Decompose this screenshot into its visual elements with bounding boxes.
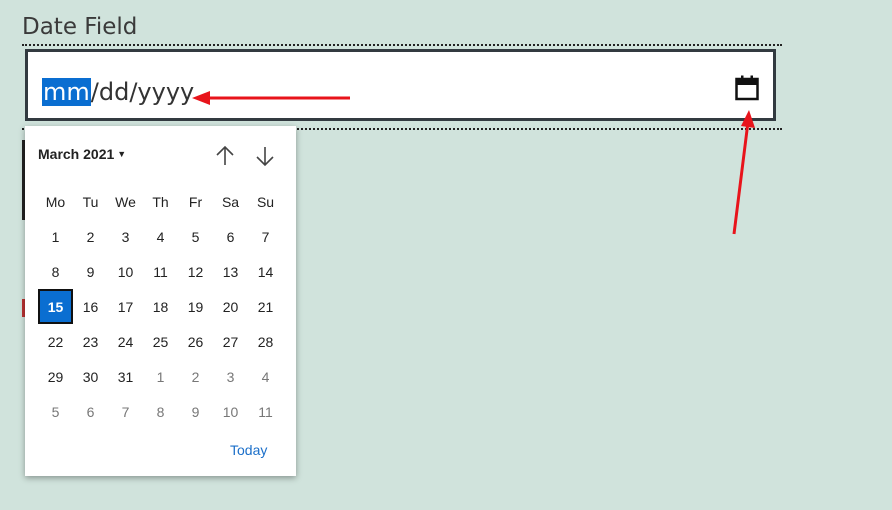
day-cell[interactable]: 14: [248, 254, 283, 289]
day-cell[interactable]: 4: [248, 359, 283, 394]
day-cell[interactable]: 6: [213, 219, 248, 254]
day-cell[interactable]: 12: [178, 254, 213, 289]
day-year-segments[interactable]: /dd/yyyy: [91, 78, 194, 106]
day-cell[interactable]: 9: [178, 394, 213, 429]
calendar-icon: [735, 75, 759, 101]
day-cell[interactable]: 25: [143, 324, 178, 359]
day-cell[interactable]: 8: [38, 254, 73, 289]
page: Date Field mm/dd/yyyy March 2021 ▼ Mo Tu…: [0, 0, 892, 510]
day-cell[interactable]: 6: [73, 394, 108, 429]
weekday-header: Sa: [221, 193, 240, 210]
day-cell[interactable]: 2: [73, 219, 108, 254]
day-cell[interactable]: 8: [143, 394, 178, 429]
day-cell[interactable]: 16: [73, 289, 108, 324]
day-cell[interactable]: 3: [213, 359, 248, 394]
weekday-header: Th: [152, 193, 169, 210]
day-cell[interactable]: 11: [143, 254, 178, 289]
day-cell[interactable]: 7: [108, 394, 143, 429]
focus-outline-top: [22, 44, 782, 46]
day-cell-selected[interactable]: 15: [38, 289, 73, 324]
arrow-up-icon: [216, 145, 234, 165]
day-cell[interactable]: 22: [38, 324, 73, 359]
today-button[interactable]: Today: [230, 442, 267, 458]
day-cell[interactable]: 13: [213, 254, 248, 289]
day-cell[interactable]: 7: [248, 219, 283, 254]
next-month-button[interactable]: [253, 144, 277, 168]
day-cell[interactable]: 31: [108, 359, 143, 394]
day-cell[interactable]: 27: [213, 324, 248, 359]
day-cell[interactable]: 20: [213, 289, 248, 324]
day-cell[interactable]: 11: [248, 394, 283, 429]
arrow-down-icon: [256, 147, 274, 167]
day-cell[interactable]: 3: [108, 219, 143, 254]
day-cell[interactable]: 18: [143, 289, 178, 324]
calendar-button[interactable]: [734, 74, 760, 102]
day-cell[interactable]: 30: [73, 359, 108, 394]
caret-down-icon: ▼: [117, 149, 127, 159]
field-label: Date Field: [22, 14, 138, 40]
weekday-header: Fr: [188, 193, 203, 210]
day-cell[interactable]: 17: [108, 289, 143, 324]
day-cell[interactable]: 23: [73, 324, 108, 359]
day-cell[interactable]: 1: [38, 219, 73, 254]
previous-month-button[interactable]: [213, 144, 237, 168]
weekday-header: Su: [256, 193, 275, 210]
day-cell[interactable]: 29: [38, 359, 73, 394]
day-cell[interactable]: 5: [38, 394, 73, 429]
day-cell[interactable]: 4: [143, 219, 178, 254]
date-input-text[interactable]: mm/dd/yyyy: [42, 77, 194, 107]
date-picker-popup: March 2021 ▼ Mo Tu We Th Fr Sa Su 1 2 3 4 5 6 7 8 9 10 11 1…: [25, 126, 296, 476]
day-cell[interactable]: 24: [108, 324, 143, 359]
month-year-selector[interactable]: March 2021 ▼: [38, 146, 126, 162]
day-cell[interactable]: 10: [108, 254, 143, 289]
day-cell[interactable]: 26: [178, 324, 213, 359]
month-year-label: March 2021: [38, 146, 115, 162]
day-cell[interactable]: 5: [178, 219, 213, 254]
day-cell[interactable]: 28: [248, 324, 283, 359]
weekday-header: Mo: [45, 193, 66, 210]
weekday-header: We: [115, 193, 136, 210]
weekday-header: Tu: [82, 193, 99, 210]
day-cell[interactable]: 21: [248, 289, 283, 324]
day-cell[interactable]: 10: [213, 394, 248, 429]
day-cell[interactable]: 19: [178, 289, 213, 324]
day-cell[interactable]: 1: [143, 359, 178, 394]
day-cell[interactable]: 9: [73, 254, 108, 289]
month-segment[interactable]: mm: [42, 78, 91, 106]
day-cell[interactable]: 2: [178, 359, 213, 394]
date-input[interactable]: mm/dd/yyyy: [25, 49, 776, 121]
